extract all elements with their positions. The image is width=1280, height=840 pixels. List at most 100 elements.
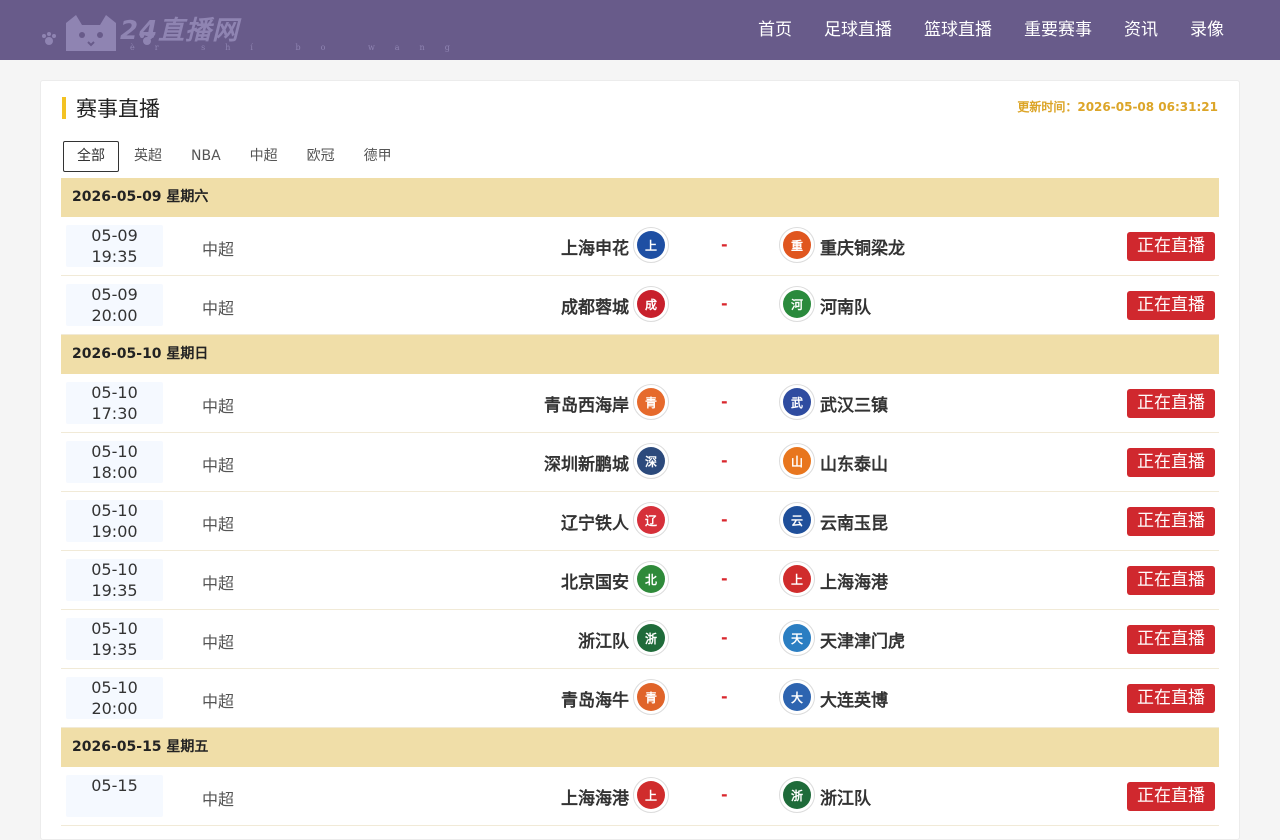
live-button[interactable]: 正在直播	[1127, 448, 1215, 477]
match-row[interactable]: 05-10 17:30 中超 青岛西海岸青 - 武武汉三镇 正在直播	[61, 374, 1219, 433]
site-brand: 24直播网	[120, 16, 240, 46]
match-row[interactable]: 05-15 中超 上海海港上 - 浙浙江队 正在直播	[61, 767, 1219, 826]
home-team-logo-icon: 辽	[633, 502, 669, 538]
away-team-name[interactable]: 上海海港	[820, 568, 888, 593]
section-title: 赛事直播	[76, 97, 160, 121]
team-crest: 辽	[637, 506, 665, 534]
home-team-logo-icon: 上	[633, 777, 669, 813]
team-crest: 山	[783, 447, 811, 475]
away-team-name[interactable]: 河南队	[820, 293, 871, 318]
paw-icon	[42, 32, 56, 45]
top-navbar: 24直播网 èr shí bo wang 首页 足球直播 篮球直播 重要赛事 资…	[0, 0, 1280, 60]
nav-home[interactable]: 首页	[742, 0, 808, 60]
home-team-logo-icon: 上	[633, 227, 669, 263]
league-name: 中超	[202, 692, 235, 711]
home-team-name[interactable]: 辽宁铁人	[561, 509, 629, 534]
tab-nba[interactable]: NBA	[177, 141, 235, 172]
update-time: 更新时间：2026-05-08 06:31:21	[1017, 100, 1218, 114]
match-score: -	[721, 785, 728, 804]
match-kickoff: 18:00	[91, 463, 138, 482]
home-team-name[interactable]: 浙江队	[578, 627, 629, 652]
nav-replays[interactable]: 录像	[1174, 0, 1240, 60]
home-team-logo-icon: 成	[633, 286, 669, 322]
nav-basketball-live[interactable]: 篮球直播	[908, 0, 1008, 60]
league-filter-tabs: 全部 英超 NBA 中超 欧冠 德甲	[63, 141, 407, 172]
match-row[interactable]: 05-10 18:00 中超 深圳新鹏城深 - 山山东泰山 正在直播	[61, 433, 1219, 492]
match-row[interactable]: 05-09 20:00 中超 成都蓉城成 - 河河南队 正在直播	[61, 276, 1219, 335]
home-team-name[interactable]: 青岛海牛	[561, 686, 629, 711]
match-kickoff: 20:00	[91, 306, 138, 325]
match-row[interactable]: 05-10 19:35 中超 北京国安北 - 上上海海港 正在直播	[61, 551, 1219, 610]
live-button[interactable]: 正在直播	[1127, 782, 1215, 811]
away-team-name[interactable]: 武汉三镇	[820, 391, 888, 416]
live-button[interactable]: 正在直播	[1127, 232, 1215, 261]
tab-bundesliga[interactable]: 德甲	[350, 141, 406, 172]
tab-all[interactable]: 全部	[63, 141, 119, 172]
away-team-name[interactable]: 天津津门虎	[820, 627, 905, 652]
live-button[interactable]: 正在直播	[1127, 566, 1215, 595]
match-date: 05-10	[91, 501, 138, 520]
league-name: 中超	[202, 240, 235, 259]
league-name: 中超	[202, 633, 235, 652]
nav-news[interactable]: 资讯	[1108, 0, 1174, 60]
live-button[interactable]: 正在直播	[1127, 389, 1215, 418]
tab-premier-league[interactable]: 英超	[120, 141, 176, 172]
match-row[interactable]: 05-09 19:35 中超 上海申花上 - 重重庆铜梁龙 正在直播	[61, 217, 1219, 276]
match-kickoff: 17:30	[91, 404, 138, 423]
tab-champions-league[interactable]: 欧冠	[293, 141, 349, 172]
home-team-name[interactable]: 北京国安	[561, 568, 629, 593]
nav-football-live[interactable]: 足球直播	[808, 0, 908, 60]
away-team-name[interactable]: 重庆铜梁龙	[820, 234, 905, 259]
league-name: 中超	[202, 515, 235, 534]
match-score: -	[721, 569, 728, 588]
match-kickoff: 19:35	[91, 247, 138, 266]
home-team-name[interactable]: 成都蓉城	[561, 293, 629, 318]
away-team-name[interactable]: 山东泰山	[820, 450, 888, 475]
match-time: 05-10 19:00	[66, 500, 163, 542]
tab-csl[interactable]: 中超	[236, 141, 292, 172]
league-name: 中超	[202, 299, 235, 318]
match-score: -	[721, 510, 728, 529]
match-row[interactable]: 05-10 20:00 中超 青岛海牛青 - 大大连英博 正在直播	[61, 669, 1219, 728]
team-crest: 云	[783, 506, 811, 534]
league-name: 中超	[202, 397, 235, 416]
match-score: -	[721, 294, 728, 313]
match-row[interactable]: 05-10 19:00 中超 辽宁铁人辽 - 云云南玉昆 正在直播	[61, 492, 1219, 551]
home-team-name[interactable]: 上海申花	[561, 234, 629, 259]
match-list: 2026-05-09 星期六 05-09 19:35 中超 上海申花上 - 重重庆铜梁龙 正在…	[61, 178, 1219, 826]
nav-major-events[interactable]: 重要赛事	[1008, 0, 1108, 60]
home-team-name[interactable]: 上海海港	[561, 784, 629, 809]
title-accent-bar	[62, 97, 66, 119]
match-date: 05-10	[91, 678, 138, 697]
live-button[interactable]: 正在直播	[1127, 507, 1215, 536]
match-kickoff: 19:35	[91, 640, 138, 659]
live-button[interactable]: 正在直播	[1127, 684, 1215, 713]
match-score: -	[721, 392, 728, 411]
away-team-name[interactable]: 浙江队	[820, 784, 871, 809]
live-button[interactable]: 正在直播	[1127, 291, 1215, 320]
match-score: -	[721, 628, 728, 647]
home-team-name[interactable]: 青岛西海岸	[544, 391, 629, 416]
match-kickoff: 19:00	[91, 522, 138, 541]
match-row[interactable]: 05-10 19:35 中超 浙江队浙 - 天天津津门虎 正在直播	[61, 610, 1219, 669]
match-time: 05-10 17:30	[66, 382, 163, 424]
home-team-logo-icon: 青	[633, 679, 669, 715]
league-name: 中超	[202, 456, 235, 475]
site-logo[interactable]: 24直播网 èr shí bo wang	[38, 10, 450, 56]
match-time: 05-10 20:00	[66, 677, 163, 719]
match-date: 05-10	[91, 442, 138, 461]
live-button[interactable]: 正在直播	[1127, 625, 1215, 654]
home-team-name[interactable]: 深圳新鹏城	[544, 450, 629, 475]
team-crest: 河	[783, 290, 811, 318]
away-team-logo-icon: 浙	[779, 777, 815, 813]
away-team-name[interactable]: 云南玉昆	[820, 509, 888, 534]
team-crest: 上	[783, 565, 811, 593]
match-date: 05-10	[91, 619, 138, 638]
home-team-logo-icon: 北	[633, 561, 669, 597]
match-time: 05-09 19:35	[66, 225, 163, 267]
away-team-logo-icon: 山	[779, 443, 815, 479]
league-name: 中超	[202, 790, 235, 809]
away-team-name[interactable]: 大连英博	[820, 686, 888, 711]
date-header: 2026-05-09 星期六	[61, 178, 1219, 217]
team-crest: 北	[637, 565, 665, 593]
